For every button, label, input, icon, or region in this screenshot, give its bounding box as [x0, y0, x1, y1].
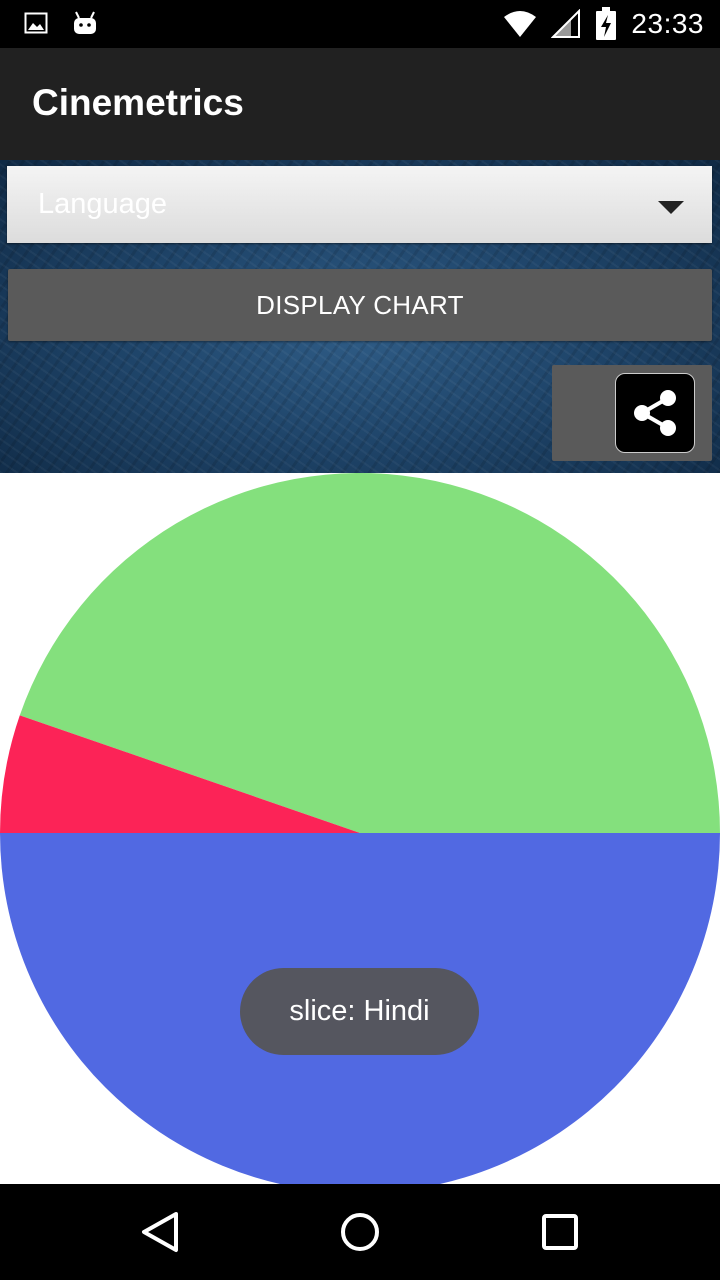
spinner-selected-value: Language	[38, 188, 168, 220]
chart-area	[0, 473, 720, 1184]
pie-chart[interactable]	[0, 473, 720, 1184]
home-icon[interactable]	[330, 1204, 390, 1260]
app-bar: Cinemetrics	[0, 48, 720, 160]
battery-charging-icon	[596, 7, 617, 40]
share-icon	[634, 390, 676, 436]
share-icon-container	[615, 373, 695, 453]
android-notification-icon	[74, 11, 96, 34]
app-title: Cinemetrics	[32, 82, 244, 123]
status-bar: 23:33	[0, 0, 720, 48]
language-spinner[interactable]: Language	[7, 166, 712, 243]
navigation-bar	[0, 1184, 720, 1280]
signal-icon	[551, 9, 581, 38]
wifi-icon	[504, 11, 537, 37]
image-notification-icon	[24, 12, 48, 34]
dropdown-arrow-icon	[658, 201, 684, 214]
back-icon[interactable]	[130, 1204, 190, 1260]
recents-icon[interactable]	[530, 1204, 590, 1260]
display-chart-button[interactable]: DISPLAY CHART	[8, 269, 712, 341]
header-background: Language DISPLAY CHART	[0, 160, 720, 473]
toast-message: slice: Hindi	[240, 968, 479, 1055]
clock: 23:33	[631, 8, 704, 39]
share-button[interactable]	[552, 365, 712, 461]
